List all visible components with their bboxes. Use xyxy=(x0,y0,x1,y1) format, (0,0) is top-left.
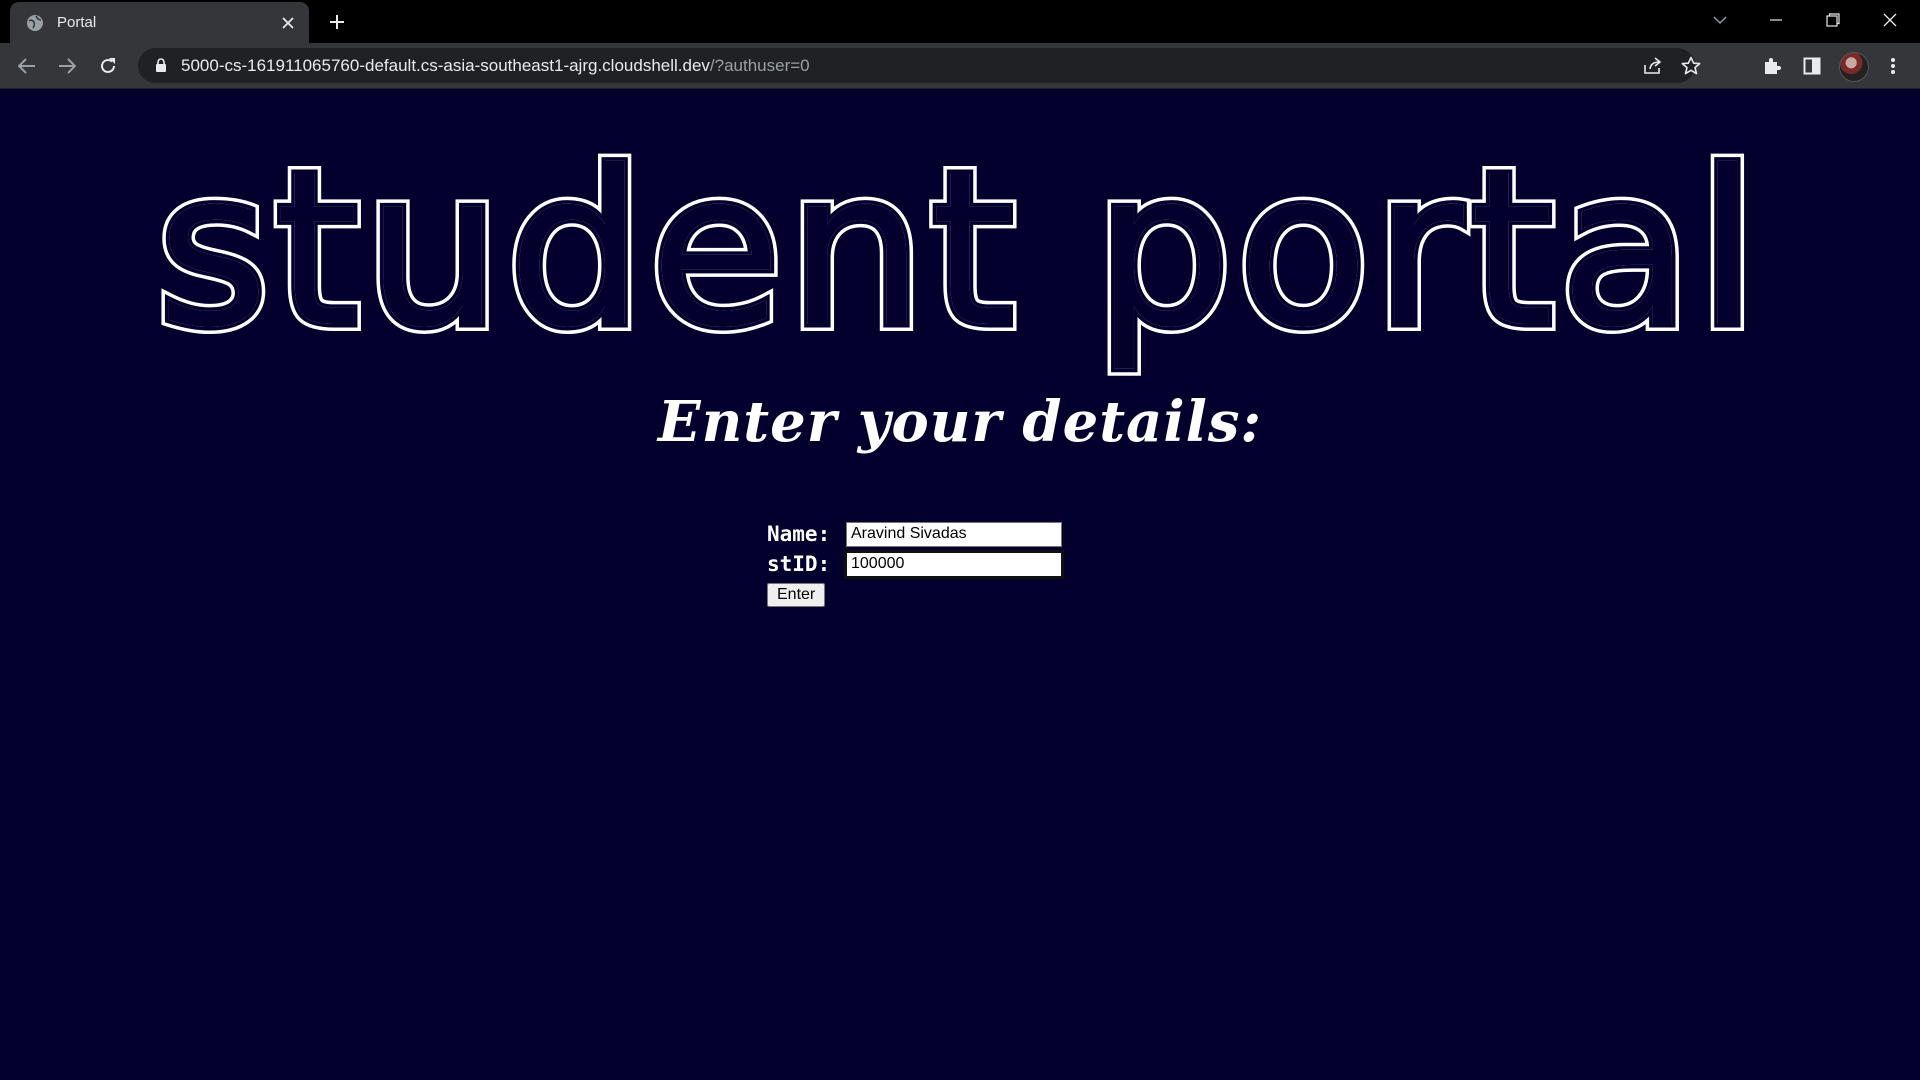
browser-tab[interactable]: Portal xyxy=(10,2,309,43)
page-title-wrap: student portal student portal student po… xyxy=(0,139,1920,379)
stid-row: stID: xyxy=(767,549,1064,579)
globe-icon xyxy=(25,13,45,33)
forward-icon[interactable] xyxy=(52,51,82,81)
share-icon[interactable] xyxy=(1639,52,1667,80)
submit-row: Enter xyxy=(767,579,1062,609)
minimize-icon[interactable] xyxy=(1748,0,1804,40)
menu-icon[interactable] xyxy=(1878,51,1908,81)
tab-title: Portal xyxy=(57,14,97,31)
browser-toolbar: 5000-cs-161911065760-default.cs-asia-sou… xyxy=(0,43,1920,89)
details-form: Name: stID: Enter xyxy=(767,519,1064,609)
address-bar[interactable]: 5000-cs-161911065760-default.cs-asia-sou… xyxy=(138,48,1701,83)
name-label: Name: xyxy=(767,522,831,546)
restore-icon[interactable] xyxy=(1805,0,1861,40)
avatar[interactable] xyxy=(1839,52,1869,82)
tab-strip: Portal xyxy=(0,0,1920,43)
chevron-down-icon[interactable] xyxy=(1692,0,1748,40)
page-body: student portal student portal student po… xyxy=(0,89,1920,1080)
stid-input[interactable] xyxy=(844,549,1064,579)
url-host: 5000-cs-161911065760-default.cs-asia-sou… xyxy=(181,55,710,75)
reload-icon[interactable] xyxy=(93,51,123,81)
name-row: Name: xyxy=(767,519,1062,549)
star-icon[interactable] xyxy=(1677,52,1705,80)
plus-icon[interactable] xyxy=(322,9,352,35)
lock-icon[interactable] xyxy=(152,57,170,75)
url-text: 5000-cs-161911065760-default.cs-asia-sou… xyxy=(181,56,810,76)
url-path: /?authuser=0 xyxy=(709,55,810,75)
back-icon[interactable] xyxy=(12,51,42,81)
stid-label: stID: xyxy=(767,552,831,576)
close-icon[interactable] xyxy=(277,12,299,34)
name-input[interactable] xyxy=(846,521,1062,547)
enter-button[interactable]: Enter xyxy=(767,583,826,607)
page-subtitle: Enter your details: xyxy=(657,389,1263,455)
sidepanel-icon[interactable] xyxy=(1797,51,1827,81)
page-title-core: student portal xyxy=(157,139,1763,375)
window-close-icon[interactable] xyxy=(1862,0,1918,40)
extensions-icon[interactable] xyxy=(1757,51,1787,81)
